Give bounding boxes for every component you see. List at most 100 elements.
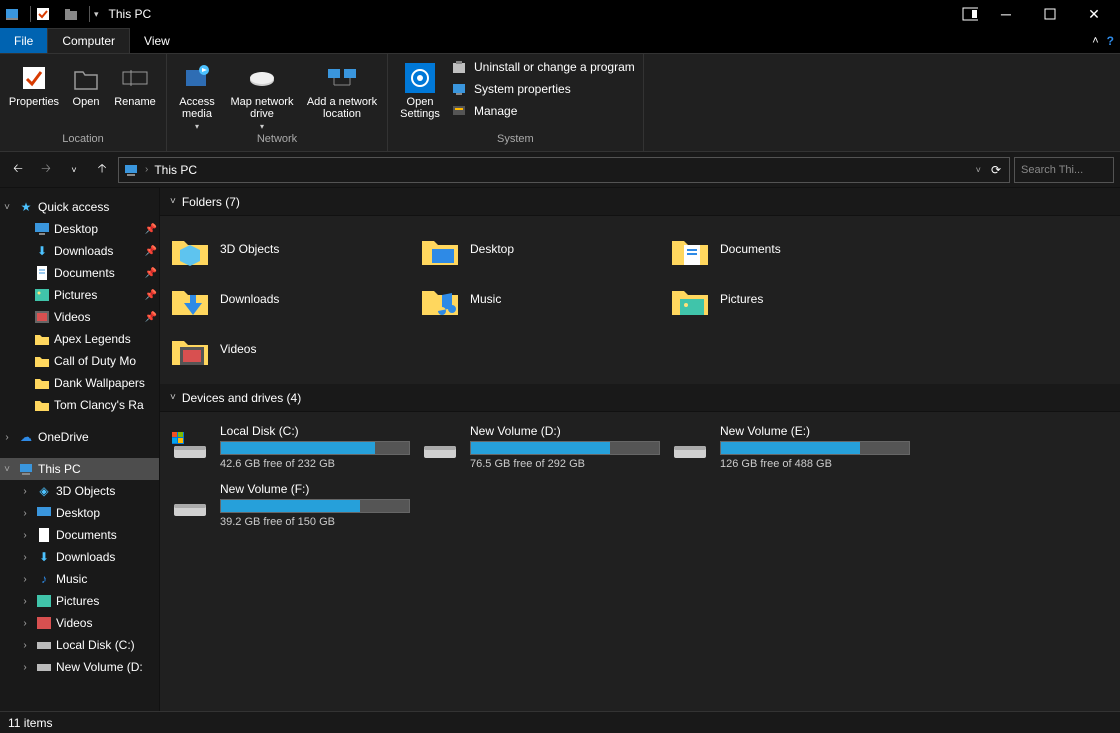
videos-folder-icon [170, 329, 210, 369]
status-bar: 11 items [0, 711, 1120, 733]
sidebar-item-pictures[interactable]: Pictures📌 [0, 284, 159, 306]
tab-view[interactable]: View [130, 28, 184, 53]
address-dropdown-icon[interactable]: ˅ [972, 165, 985, 175]
chevron-right-icon[interactable]: › [18, 662, 32, 673]
sidebar-item-documents[interactable]: Documents📌 [0, 262, 159, 284]
sidebar-item-quick-access[interactable]: ˅ ★ Quick access [0, 196, 159, 218]
chevron-right-icon[interactable]: › [18, 596, 32, 607]
chevron-right-icon[interactable]: › [18, 530, 32, 541]
sidebar-item-3d-objects[interactable]: ›◈3D Objects [0, 480, 159, 502]
rename-button[interactable]: Rename [112, 58, 158, 108]
drive-icon [36, 659, 52, 675]
up-button[interactable]: 🡡 [90, 158, 114, 182]
qat-properties-icon[interactable] [35, 6, 51, 22]
tablet-mode-icon[interactable] [962, 6, 978, 22]
breadcrumb[interactable]: This PC [154, 163, 197, 177]
ribbon-group-location: Properties Open Rename Location [0, 54, 167, 151]
search-input[interactable]: Search Thi... [1014, 157, 1114, 183]
sidebar-item-onedrive[interactable]: ›☁OneDrive [0, 426, 159, 448]
drive-item-1[interactable]: New Volume (D:) 76.5 GB free of 292 GB [420, 420, 670, 478]
folder-pictures[interactable]: Pictures [670, 274, 920, 324]
pictures-folder-icon [670, 279, 710, 319]
chevron-right-icon[interactable]: › [18, 486, 32, 497]
folder-videos[interactable]: Videos [170, 324, 420, 374]
tab-file[interactable]: File [0, 28, 47, 53]
back-button[interactable]: 🡠 [6, 158, 30, 182]
chevron-right-icon[interactable]: › [18, 552, 32, 563]
recent-dropdown[interactable]: ˅ [62, 158, 86, 182]
tab-computer[interactable]: Computer [47, 28, 130, 53]
folder-3d-objects[interactable]: 3D Objects [170, 224, 420, 274]
drive-item-3[interactable]: New Volume (F:) 39.2 GB free of 150 GB [170, 478, 420, 536]
star-icon: ★ [18, 199, 34, 215]
downloads-folder-icon [170, 279, 210, 319]
3d-objects-icon [170, 229, 210, 269]
section-drives[interactable]: ˅ Devices and drives (4) [160, 384, 1120, 412]
sidebar-item-tom[interactable]: Tom Clancy's Ra [0, 394, 159, 416]
section-folders[interactable]: ˅ Folders (7) [160, 188, 1120, 216]
address-bar[interactable]: › This PC ˅ ⟳ [118, 157, 1010, 183]
chevron-down-icon[interactable]: ˅ [0, 464, 14, 475]
sidebar-item-pc-downloads[interactable]: ›⬇Downloads [0, 546, 159, 568]
rename-icon [119, 62, 151, 94]
qat-new-folder-icon[interactable] [63, 6, 79, 22]
drive-usage-bar [720, 441, 910, 455]
sidebar-item-videos[interactable]: Videos📌 [0, 306, 159, 328]
window-title: This PC [109, 7, 152, 21]
drive-item-0[interactable]: Local Disk (C:) 42.6 GB free of 232 GB [170, 420, 420, 478]
sidebar-item-pc-pictures[interactable]: ›Pictures [0, 590, 159, 612]
breadcrumb-sep-icon[interactable]: › [145, 164, 148, 175]
downloads-icon: ⬇ [34, 243, 50, 259]
chevron-right-icon[interactable]: › [18, 640, 32, 651]
drive-item-2[interactable]: New Volume (E:) 126 GB free of 488 GB [670, 420, 920, 478]
drive-usage-bar [220, 441, 410, 455]
drive-free-text: 76.5 GB free of 292 GB [470, 458, 660, 470]
folder-downloads[interactable]: Downloads [170, 274, 420, 324]
map-drive-button[interactable]: Map network drive ▾ [225, 58, 299, 131]
chevron-right-icon[interactable]: › [18, 508, 32, 519]
sidebar-item-pc-music[interactable]: ›♪Music [0, 568, 159, 590]
chevron-down-icon[interactable]: ˅ [0, 202, 14, 213]
sidebar-item-apex[interactable]: Apex Legends [0, 328, 159, 350]
minimize-button[interactable]: ─ [984, 0, 1028, 28]
open-settings-button[interactable]: Open Settings [396, 58, 444, 120]
ribbon-tabs: File Computer View ˄ ? [0, 28, 1120, 54]
forward-button[interactable]: 🡢 [34, 158, 58, 182]
videos-icon [36, 615, 52, 631]
this-pc-icon [123, 162, 139, 178]
sidebar-item-new-volume-d[interactable]: ›New Volume (D: [0, 656, 159, 678]
refresh-button[interactable]: ⟳ [987, 163, 1005, 177]
collapse-ribbon-icon[interactable]: ˄ [1092, 35, 1098, 47]
pin-icon: 📌 [145, 224, 157, 235]
properties-button[interactable]: Properties [8, 58, 60, 108]
folder-icon [34, 375, 50, 391]
drive-icon [420, 424, 460, 464]
folder-documents[interactable]: Documents [670, 224, 920, 274]
sidebar-item-desktop[interactable]: Desktop📌 [0, 218, 159, 240]
help-icon[interactable]: ? [1107, 34, 1114, 48]
sidebar-item-pc-desktop[interactable]: ›Desktop [0, 502, 159, 524]
manage-button[interactable]: Manage [450, 102, 635, 120]
chevron-right-icon[interactable]: › [0, 432, 14, 443]
sidebar-item-cod[interactable]: Call of Duty Mo [0, 350, 159, 372]
pin-icon: 📌 [145, 246, 157, 257]
sidebar-item-downloads[interactable]: ⬇Downloads📌 [0, 240, 159, 262]
close-button[interactable]: ✕ [1072, 0, 1116, 28]
qat-dropdown-icon[interactable]: ▾ [94, 9, 99, 20]
sidebar-item-local-disk-c[interactable]: ›Local Disk (C:) [0, 634, 159, 656]
folder-desktop[interactable]: Desktop [420, 224, 670, 274]
system-properties-button[interactable]: System properties [450, 80, 635, 98]
maximize-button[interactable] [1028, 0, 1072, 28]
access-media-button[interactable]: Access media ▾ [175, 58, 219, 131]
folder-music[interactable]: Music [420, 274, 670, 324]
open-button[interactable]: Open [66, 58, 106, 108]
sidebar-item-dank[interactable]: Dank Wallpapers [0, 372, 159, 394]
sidebar-item-pc-documents[interactable]: ›Documents [0, 524, 159, 546]
add-network-location-button[interactable]: Add a network location [305, 58, 379, 120]
sidebar-item-pc-videos[interactable]: ›Videos [0, 612, 159, 634]
uninstall-button[interactable]: Uninstall or change a program [450, 58, 635, 76]
this-pc-icon [18, 461, 34, 477]
chevron-right-icon[interactable]: › [18, 574, 32, 585]
folders-grid: 3D Objects Desktop Documents Downloads M… [160, 224, 1120, 384]
sidebar-item-this-pc[interactable]: ˅This PC [0, 458, 159, 480]
